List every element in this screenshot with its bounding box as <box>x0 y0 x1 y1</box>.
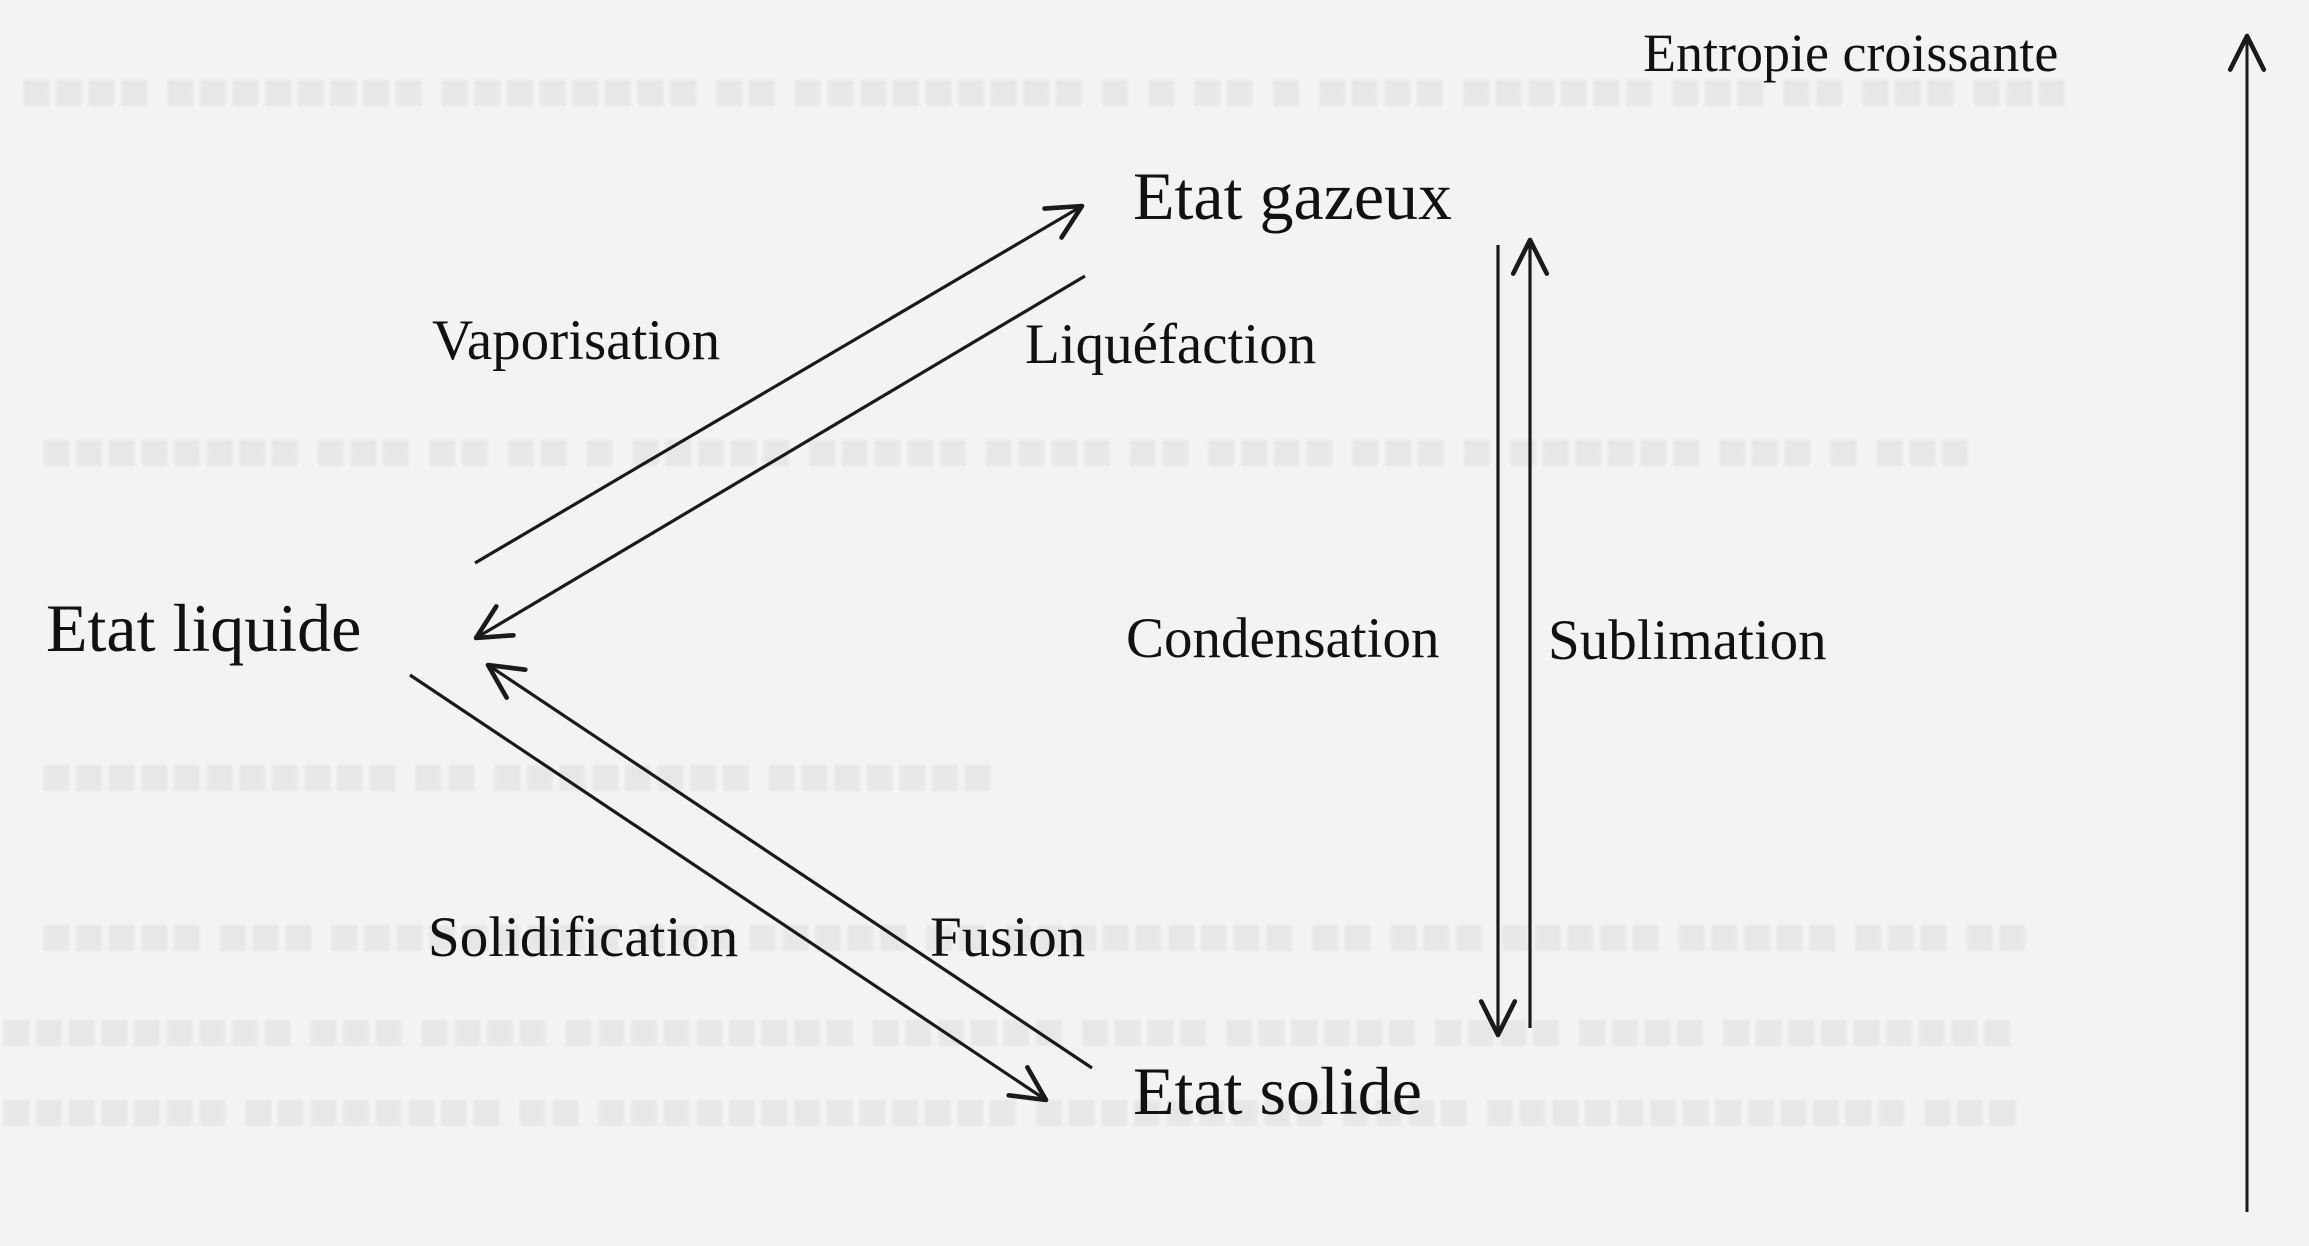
liquid-state-label: Etat liquide <box>46 590 362 666</box>
entropy-axis-label: Entropie croissante <box>1643 23 2059 83</box>
vaporisation-arrow <box>474 203 1085 565</box>
liquefaction-label: Liquéfaction <box>1025 313 1317 376</box>
solid-state-label: Etat solide <box>1133 1053 1422 1129</box>
fusion-label: Fusion <box>930 906 1086 969</box>
condensation-label: Condensation <box>1126 607 1440 670</box>
solidification-label: Solidification <box>428 906 739 969</box>
gaseous-state-label: Etat gazeux <box>1133 158 1453 234</box>
phase-diagram-page: ■■■■ ■■■■■■■■ ■■■■■■■■ ■■ ■■■■■■■■■ ■ ■ … <box>0 0 2309 1246</box>
vaporisation-label: Vaporisation <box>432 309 721 372</box>
fusion-arrow <box>485 662 1093 1070</box>
sublimation-label: Sublimation <box>1548 609 1827 672</box>
solidification-arrow <box>409 673 1049 1103</box>
